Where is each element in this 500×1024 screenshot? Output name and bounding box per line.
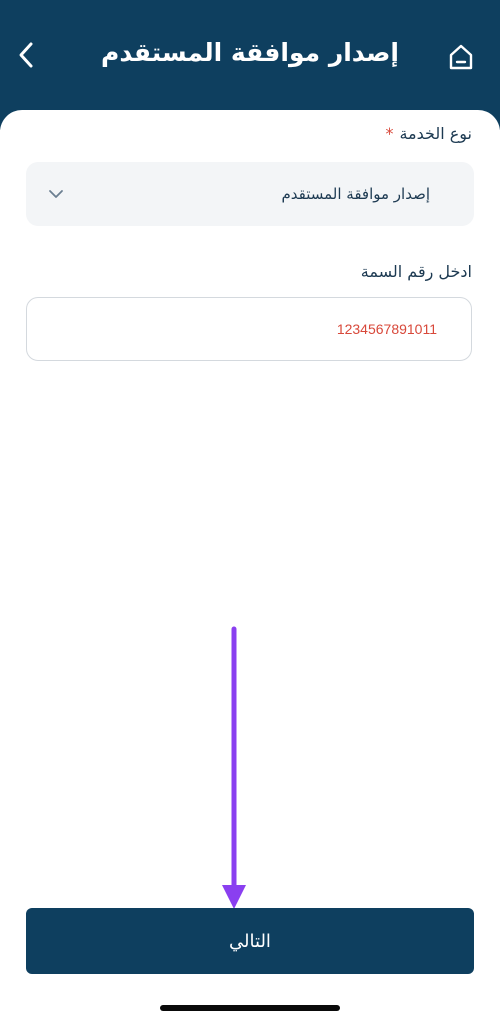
service-type-selected-value: إصدار موافقة المستقدم [281,185,430,203]
chevron-down-icon [49,190,63,198]
form-sheet: نوع الخدمة * إصدار موافقة المستقدم ادخل ر… [0,110,500,1024]
home-indicator [160,1005,340,1011]
visa-number-label: ادخل رقم السمة [360,262,472,281]
service-type-label-text: نوع الخدمة [399,124,472,143]
service-type-select[interactable]: إصدار موافقة المستقدم [26,162,474,226]
page-title: إصدار موافقة المستقدم [101,38,399,67]
screen: إصدار موافقة المستقدم نوع الخدمة * إصدار … [0,0,500,1024]
home-icon [449,44,473,70]
required-mark: * [385,124,394,143]
next-button[interactable]: التالي [26,908,474,974]
visa-number-input[interactable] [26,297,472,361]
home-button[interactable] [444,40,478,74]
annotation-arrow-icon [222,626,246,909]
service-type-label: نوع الخدمة * [385,124,472,143]
